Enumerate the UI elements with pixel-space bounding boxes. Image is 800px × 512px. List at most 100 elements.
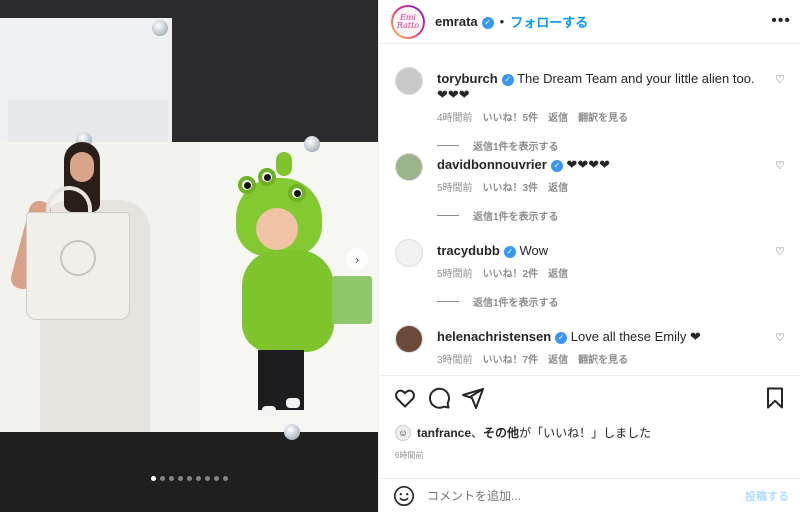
liked-by-separator: 、 xyxy=(471,426,484,440)
comment-icon[interactable] xyxy=(427,386,451,410)
comment-body: helenachristensen ✓ Love all these Emily … xyxy=(437,329,767,366)
comment-text-line: davidbonnouvrier ✓ ❤❤❤❤ xyxy=(437,157,767,173)
comment-text: Wow xyxy=(519,243,549,258)
comment-reply-button[interactable]: 返信 xyxy=(548,183,568,194)
commenter-username[interactable]: davidbonnouvrier xyxy=(437,157,547,172)
view-replies-label: 返信1件を表示する xyxy=(473,142,559,153)
comment-meta: 5時間前 いいね！2件 返信 xyxy=(437,265,767,280)
woman-face xyxy=(70,152,94,182)
comment-likes-link[interactable]: いいね！5件 xyxy=(483,113,539,124)
commenter-username[interactable]: toryburch xyxy=(437,71,498,86)
carousel-dot xyxy=(150,476,156,481)
comment-text-line: tracydubb ✓ Wow xyxy=(437,243,767,259)
comment-likes-link[interactable]: いいね！2件 xyxy=(483,269,539,280)
view-replies-label: 返信1件を表示する xyxy=(473,212,559,223)
verified-badge-icon: ✓ xyxy=(501,73,514,86)
view-replies-label: 返信1件を表示する xyxy=(473,298,559,309)
bookmark-icon[interactable] xyxy=(763,386,787,410)
comment-text-line: toryburch ✓ The Dream Team and your littl… xyxy=(437,71,767,103)
costume-eye xyxy=(258,168,276,186)
comment-input[interactable] xyxy=(427,488,727,503)
child-shoe xyxy=(286,398,300,408)
pushpin xyxy=(304,136,320,152)
view-replies-button[interactable]: 返信1件を表示する xyxy=(437,294,767,309)
carousel-dot xyxy=(159,476,165,481)
post-timestamp: 6時間前 xyxy=(395,451,424,460)
commenter-avatar[interactable] xyxy=(395,153,423,181)
costume-antenna xyxy=(276,152,292,176)
view-replies-button[interactable]: 返信1件を表示する xyxy=(437,138,767,153)
carousel-dot xyxy=(213,476,219,481)
comment-like-icon[interactable]: ♡ xyxy=(775,331,785,344)
carousel-dot xyxy=(177,476,183,481)
comment-translate-link[interactable]: 翻訳を見る xyxy=(578,355,628,366)
comment-reply-button[interactable]: 返信 xyxy=(548,355,568,366)
add-comment-bar: 投稿する xyxy=(379,478,800,512)
comment-meta: 5時間前 いいね！3件 返信 xyxy=(437,179,767,194)
comment-time: 5時間前 xyxy=(437,183,473,194)
child-face xyxy=(256,208,298,250)
commenter-avatar[interactable] xyxy=(395,239,423,267)
carousel-dot xyxy=(195,476,201,481)
comment-reply-button[interactable]: 返信 xyxy=(548,113,568,124)
comment-body: toryburch ✓ The Dream Team and your littl… xyxy=(437,71,767,153)
author-avatar[interactable]: Emi Ratto xyxy=(391,4,425,39)
costume-eye xyxy=(288,184,306,202)
comment-like-icon[interactable]: ♡ xyxy=(775,73,785,86)
commenter-avatar[interactable] xyxy=(395,325,423,353)
liked-by-suffix: が「いいね！」しました xyxy=(519,426,652,440)
commenter-avatar[interactable] xyxy=(395,67,423,95)
liker-avatar[interactable]: ☺ xyxy=(395,424,411,441)
verified-badge-icon: ✓ xyxy=(555,331,568,344)
comment-text: ❤❤❤❤ xyxy=(566,157,610,172)
pushpin xyxy=(284,424,300,440)
action-bar xyxy=(379,375,800,419)
liked-by-others-link[interactable]: その他 xyxy=(483,424,519,441)
carousel-dot xyxy=(204,476,210,481)
header-separator: • xyxy=(499,14,505,29)
child-bag xyxy=(332,276,372,324)
child-shoe xyxy=(262,406,276,416)
comment-reply-button[interactable]: 返信 xyxy=(548,269,568,280)
view-replies-button[interactable]: 返信1件を表示する xyxy=(437,208,767,223)
comment-like-icon[interactable]: ♡ xyxy=(775,245,785,258)
comment-time: 3時間前 xyxy=(437,355,473,366)
carousel-dots xyxy=(0,476,378,481)
comments-list[interactable]: toryburch ✓ The Dream Team and your littl… xyxy=(379,45,800,375)
post-viewer: › Emi Ratto emrata ✓ • フォローする ••• torybur… xyxy=(0,0,800,512)
more-icon[interactable]: ••• xyxy=(771,12,791,30)
carousel-dot xyxy=(222,476,228,481)
author-username[interactable]: emrata ✓ xyxy=(435,14,494,29)
comment-meta: 3時間前 いいね！7件 返信 翻訳を見る xyxy=(437,351,767,366)
carousel-next-button[interactable]: › xyxy=(346,248,368,270)
comment-likes-link[interactable]: いいね！7件 xyxy=(483,355,539,366)
costume-eye xyxy=(238,176,256,194)
comment-text-line: helenachristensen ✓ Love all these Emily … xyxy=(437,329,767,345)
replies-dash xyxy=(437,215,459,216)
comment-translate-link[interactable]: 翻訳を見る xyxy=(578,113,628,124)
commenter-username[interactable]: tracydubb xyxy=(437,243,500,258)
comment-time: 5時間前 xyxy=(437,269,473,280)
liked-by-line: ☺ tanfrance 、 その他 が「いいね！」しました xyxy=(395,424,651,441)
smile-icon[interactable] xyxy=(393,485,415,507)
post-header: Emi Ratto emrata ✓ • フォローする ••• xyxy=(379,0,800,44)
replies-dash xyxy=(437,145,459,146)
follow-button[interactable]: フォローする xyxy=(510,12,588,31)
comment-like-icon[interactable]: ♡ xyxy=(775,159,785,172)
heart-icon[interactable] xyxy=(393,386,417,410)
verified-badge-icon: ✓ xyxy=(550,159,563,172)
liker-username[interactable]: tanfrance xyxy=(417,426,471,440)
post-media[interactable]: › xyxy=(0,0,378,512)
post-comment-button[interactable]: 投稿する xyxy=(745,488,789,504)
commenter-username[interactable]: helenachristensen xyxy=(437,329,551,344)
comment-time: 4時間前 xyxy=(437,113,473,124)
share-icon[interactable] xyxy=(461,386,485,410)
carousel-dot xyxy=(186,476,192,481)
verified-badge-icon: ✓ xyxy=(503,245,516,258)
replies-dash xyxy=(437,301,459,302)
alien-costume-body xyxy=(242,250,334,352)
comment-body: tracydubb ✓ Wow 5時間前 いいね！2件 返信返信1件を表示する xyxy=(437,243,767,309)
comment-text: Love all these Emily ❤ xyxy=(570,329,701,344)
comment-meta: 4時間前 いいね！5件 返信 翻訳を見る xyxy=(437,109,767,124)
comment-likes-link[interactable]: いいね！3件 xyxy=(483,183,539,194)
